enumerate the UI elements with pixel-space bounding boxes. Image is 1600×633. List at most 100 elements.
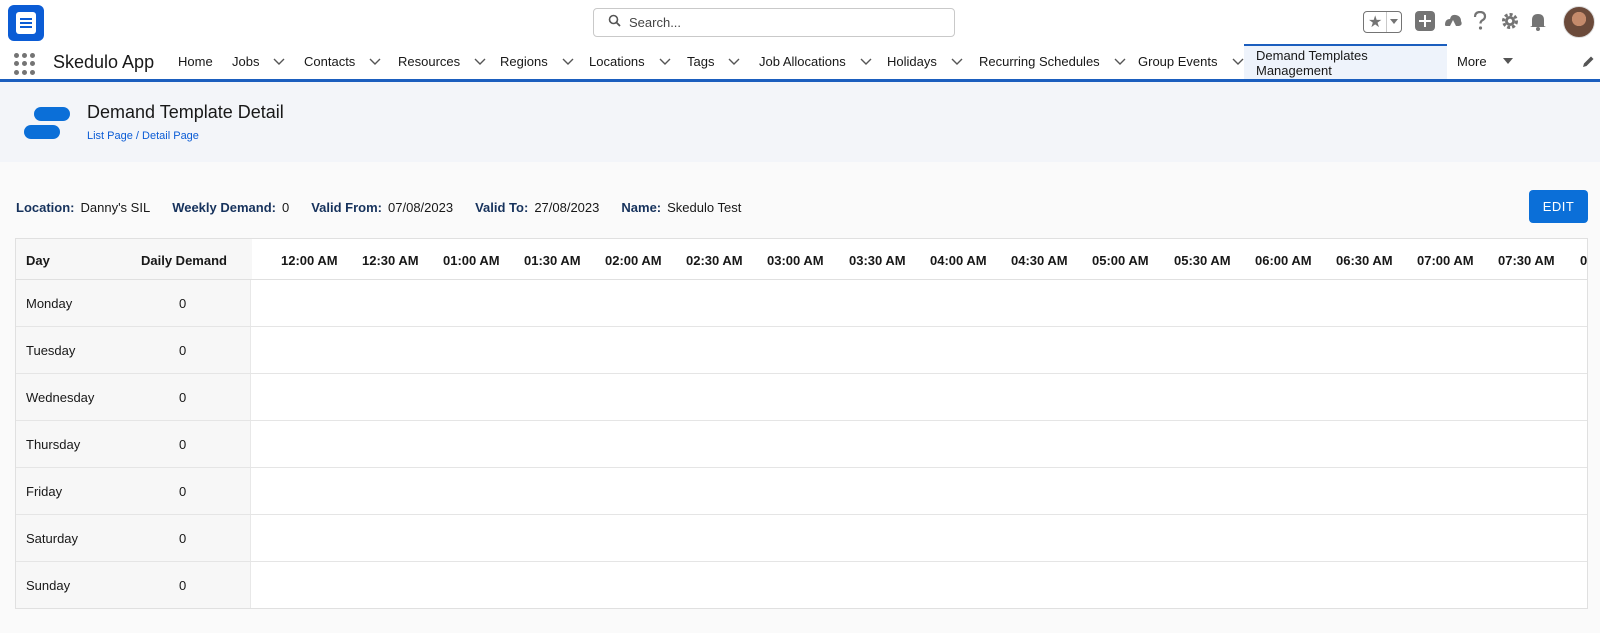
day-cell: Friday — [26, 484, 63, 499]
nav-item-label: Recurring Schedules — [979, 54, 1100, 69]
app-navigation: Skedulo App Home Jobs Contacts Resources… — [0, 44, 1600, 82]
time-slot-header-cell: 06:30 AM — [1336, 253, 1393, 268]
chevron-down-icon[interactable] — [1387, 19, 1401, 25]
trailhead-icon[interactable] — [1443, 11, 1463, 31]
global-search[interactable] — [593, 8, 955, 37]
valid-from-value: 07/08/2023 — [388, 200, 454, 215]
valid-from-label: Valid From: — [311, 200, 383, 215]
weekly-demand-field: Weekly Demand: 0 — [172, 200, 289, 215]
edit-button[interactable]: EDIT — [1529, 190, 1588, 223]
nav-item-resources[interactable]: Resources — [398, 44, 486, 79]
time-slot-header[interactable]: 12:00 AM 12:30 AM 01:00 AM 01:30 AM 02:0… — [252, 239, 1588, 280]
nav-item-holidays[interactable]: Holidays — [887, 44, 963, 79]
chevron-down-icon[interactable] — [1232, 58, 1244, 66]
time-slot-header-cell: 05:30 AM — [1174, 253, 1231, 268]
nav-item-job-allocations[interactable]: Job Allocations — [759, 44, 872, 79]
daily-demand-cell: 0 — [179, 390, 187, 405]
nav-item-label: More — [1457, 54, 1487, 69]
name-label: Name: — [621, 200, 662, 215]
chevron-down-icon[interactable] — [474, 58, 486, 66]
chevron-down-icon[interactable] — [659, 58, 671, 66]
pencil-icon[interactable] — [1582, 55, 1595, 73]
valid-from-field: Valid From: 07/08/2023 — [311, 200, 453, 215]
day-cell: Monday — [26, 296, 73, 311]
name-value: Skedulo Test — [667, 200, 742, 215]
nav-item-locations[interactable]: Locations — [589, 44, 671, 79]
breadcrumb-detail-page[interactable]: Detail Page — [142, 130, 199, 142]
daily-demand-cell: 0 — [179, 343, 187, 358]
day-cell: Tuesday — [26, 343, 76, 358]
nav-item-group-events[interactable]: Group Events — [1138, 44, 1244, 79]
time-slot-header-cell: 01:00 AM — [443, 253, 500, 268]
table-row: Friday 0 — [16, 468, 1587, 515]
nav-item-label: Resources — [398, 54, 461, 69]
daily-demand-cell: 0 — [179, 484, 187, 499]
gear-icon[interactable] — [1500, 11, 1520, 31]
table-row: Thursday 0 — [16, 421, 1587, 468]
nav-item-home[interactable]: Home — [178, 44, 213, 79]
time-slot-header-cell: 12:00 AM — [281, 253, 338, 268]
time-slot-header-cell: 03:00 AM — [767, 253, 824, 268]
nav-item-label: Tags — [687, 54, 715, 69]
location-field: Location: Danny's SIL — [16, 200, 150, 215]
nav-item-label: Job Allocations — [759, 54, 846, 69]
chevron-down-icon[interactable] — [273, 58, 285, 66]
nav-item-label: Locations — [589, 54, 645, 69]
table-row: Saturday 0 — [16, 515, 1587, 562]
day-cell: Thursday — [26, 437, 81, 452]
page-header: Demand Template Detail List Page / Detai… — [0, 82, 1600, 162]
daily-demand-cell: 0 — [179, 437, 187, 452]
day-cell: Sunday — [26, 578, 71, 593]
app-launcher-icon[interactable] — [14, 53, 36, 75]
notifications-bell-icon[interactable] — [1528, 11, 1548, 31]
app-logo-icon[interactable] — [8, 5, 44, 41]
search-input[interactable] — [629, 15, 929, 30]
nav-item-recurring-schedules[interactable]: Recurring Schedules — [979, 44, 1126, 79]
table-row: Sunday 0 — [16, 562, 1587, 608]
caret-down-icon[interactable] — [1502, 58, 1513, 65]
time-slot-header-cell: 01:30 AM — [524, 253, 581, 268]
time-slot-header-cell: 05:00 AM — [1092, 253, 1149, 268]
table-row: Wednesday 0 — [16, 374, 1587, 421]
chevron-down-icon[interactable] — [951, 58, 963, 66]
chevron-down-icon[interactable] — [860, 58, 872, 66]
nav-item-tags[interactable]: Tags — [687, 44, 740, 79]
chevron-down-icon[interactable] — [728, 58, 740, 66]
nav-item-label: Regions — [500, 54, 548, 69]
time-slot-header-cell: 08:00 AM — [1580, 253, 1588, 268]
nav-item-demand-templates-management[interactable]: Demand Templates Management — [1244, 44, 1447, 79]
help-icon[interactable] — [1473, 11, 1487, 31]
nav-item-more[interactable]: More — [1457, 44, 1513, 79]
user-avatar[interactable] — [1563, 6, 1595, 38]
demand-grid[interactable]: Day Daily Demand 12:00 AM 12:30 AM 01:00… — [15, 238, 1588, 609]
chevron-down-icon[interactable] — [369, 58, 381, 66]
column-header-day: Day — [26, 253, 50, 268]
nav-item-regions[interactable]: Regions — [500, 44, 574, 79]
global-header: ★ — [0, 0, 1600, 44]
time-slot-header-cell: 04:30 AM — [1011, 253, 1068, 268]
favorites-button[interactable]: ★ — [1363, 11, 1402, 33]
breadcrumb-list-page[interactable]: List Page — [87, 130, 133, 142]
nav-item-contacts[interactable]: Contacts — [304, 44, 381, 79]
name-field: Name: Skedulo Test — [621, 200, 741, 215]
demand-template-icon — [22, 104, 74, 142]
nav-item-label: Holidays — [887, 54, 937, 69]
template-summary: Location: Danny's SIL Weekly Demand: 0 Val… — [16, 200, 763, 215]
breadcrumb-separator: / — [132, 130, 143, 142]
global-actions-add-icon[interactable] — [1415, 11, 1435, 31]
chevron-down-icon[interactable] — [1114, 58, 1126, 66]
nav-item-label: Contacts — [304, 54, 356, 69]
star-icon[interactable]: ★ — [1364, 12, 1388, 32]
time-slot-header-cell: 12:30 AM — [362, 253, 419, 268]
location-label: Location: — [16, 200, 75, 215]
daily-demand-cell: 0 — [179, 531, 187, 546]
chevron-down-icon[interactable] — [562, 58, 574, 66]
time-slot-header-cell: 02:00 AM — [605, 253, 662, 268]
valid-to-value: 27/08/2023 — [534, 200, 600, 215]
nav-item-label: Jobs — [232, 54, 260, 69]
nav-item-jobs[interactable]: Jobs — [232, 44, 285, 79]
search-icon — [608, 14, 621, 32]
valid-to-field: Valid To: 27/08/2023 — [475, 200, 599, 215]
time-slot-header-cell: 07:30 AM — [1498, 253, 1555, 268]
app-name: Skedulo App — [53, 52, 155, 72]
